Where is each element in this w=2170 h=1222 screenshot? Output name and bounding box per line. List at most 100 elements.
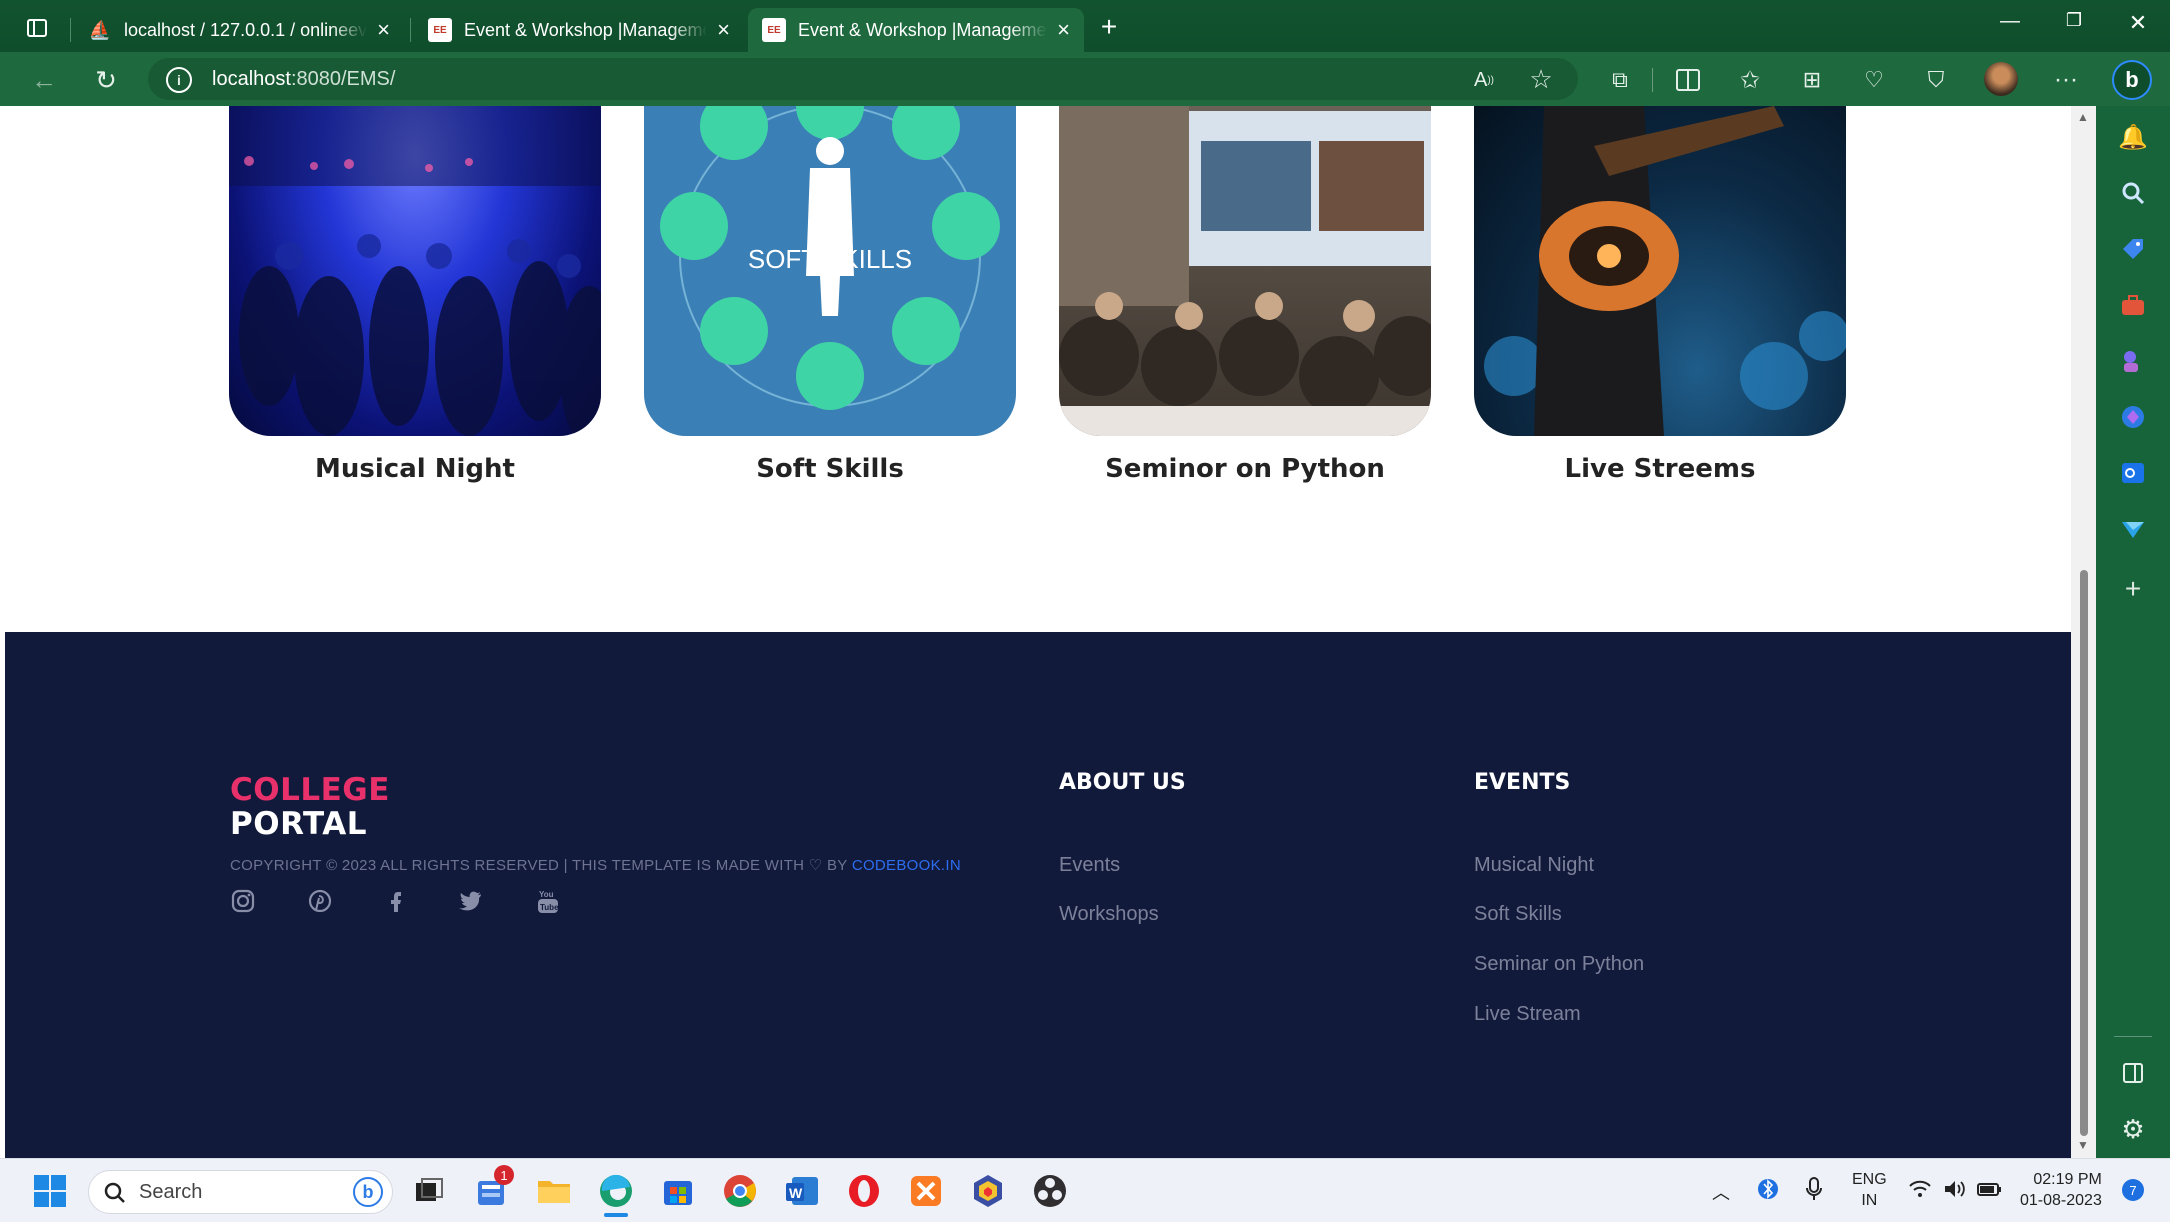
new-tab-icon[interactable]: + bbox=[1094, 11, 1124, 42]
more-options-icon[interactable]: ··· bbox=[2050, 64, 2082, 96]
chrome-icon[interactable] bbox=[722, 1173, 758, 1209]
hide-sidebar-icon[interactable] bbox=[2116, 1056, 2150, 1090]
drop-send-icon[interactable] bbox=[2116, 512, 2150, 546]
notification-bell-icon[interactable]: 🔔 bbox=[2116, 120, 2150, 154]
obs-studio-icon[interactable] bbox=[1032, 1173, 1068, 1209]
opera-icon[interactable] bbox=[846, 1173, 882, 1209]
soft-skills-image-text: SOFT SKILLS bbox=[748, 244, 912, 274]
twitter-icon[interactable] bbox=[457, 888, 487, 918]
event-title[interactable]: Soft Skills bbox=[644, 454, 1016, 484]
event-title[interactable]: Musical Night bbox=[229, 454, 601, 484]
close-tab-icon[interactable]: × bbox=[717, 19, 730, 41]
search-icon[interactable] bbox=[2116, 176, 2150, 210]
footer-link-soft-skills[interactable]: Soft Skills bbox=[1474, 903, 1562, 926]
footer-link-live-stream[interactable]: Live Stream bbox=[1474, 1003, 1581, 1026]
codebook-link[interactable]: CODEBOOK.IN bbox=[852, 857, 961, 874]
xampp-icon[interactable] bbox=[908, 1173, 944, 1209]
ems-favicon-icon: EE bbox=[428, 18, 452, 42]
edge-sidebar: 🔔 + ⚙ bbox=[2096, 106, 2170, 1158]
refresh-icon[interactable]: ↻ bbox=[90, 64, 122, 96]
svg-text:You: You bbox=[539, 890, 554, 899]
battery-icon[interactable] bbox=[1976, 1177, 2002, 1206]
youtube-icon[interactable]: You Tube bbox=[535, 888, 565, 918]
tab-actions-icon[interactable] bbox=[22, 14, 52, 42]
copilot-app-icon[interactable] bbox=[2116, 400, 2150, 434]
concert-crowd-image bbox=[229, 106, 601, 436]
close-tab-icon[interactable]: × bbox=[1057, 19, 1070, 41]
event-title[interactable]: Live Streems bbox=[1474, 454, 1846, 484]
split-screen-icon[interactable] bbox=[1672, 64, 1704, 96]
wifi-icon[interactable] bbox=[1908, 1177, 1932, 1206]
file-explorer-icon[interactable] bbox=[536, 1173, 572, 1209]
scroll-up-arrow-icon[interactable]: ▲ bbox=[2077, 110, 2089, 124]
search-icon bbox=[103, 1181, 127, 1205]
notification-badge: 1 bbox=[494, 1165, 514, 1185]
address-bar[interactable]: i localhost:8080/EMS/ A)) ☆ bbox=[148, 58, 1578, 100]
widgets-app-icon[interactable]: 1 bbox=[474, 1165, 514, 1209]
favorite-star-icon[interactable]: ☆ bbox=[1526, 64, 1556, 94]
event-card-soft-skills[interactable]: SOFT SKILLS bbox=[644, 106, 1016, 436]
word-icon[interactable]: W bbox=[784, 1173, 820, 1209]
shopping-tag-icon[interactable] bbox=[2116, 232, 2150, 266]
microphone-icon[interactable] bbox=[1804, 1175, 1824, 1208]
logo-college[interactable]: COLLEGE bbox=[230, 772, 390, 808]
page-scrollbar[interactable]: ▲ ▼ bbox=[2071, 106, 2096, 1158]
sidebar-settings-icon[interactable]: ⚙ bbox=[2116, 1112, 2150, 1146]
taskbar-search[interactable]: Search b bbox=[88, 1170, 393, 1214]
scroll-down-arrow-icon[interactable]: ▼ bbox=[2077, 1138, 2089, 1152]
svg-text:Tube: Tube bbox=[540, 903, 559, 912]
clock[interactable]: 02:19 PM 01-08-2023 bbox=[2020, 1169, 2102, 1211]
bing-copilot-icon[interactable]: b bbox=[2112, 60, 2152, 100]
facebook-icon[interactable] bbox=[383, 888, 413, 918]
volume-icon[interactable] bbox=[1942, 1177, 1966, 1206]
clock-time: 02:19 PM bbox=[2033, 1171, 2102, 1188]
language-indicator[interactable]: ENG IN bbox=[1852, 1169, 1887, 1211]
pinterest-icon[interactable] bbox=[307, 888, 337, 918]
footer-link-seminar-python[interactable]: Seminar on Python bbox=[1474, 953, 1644, 976]
games-icon[interactable] bbox=[2116, 344, 2150, 378]
add-sidebar-app-icon[interactable]: + bbox=[2116, 572, 2150, 606]
footer-link-workshops[interactable]: Workshops bbox=[1059, 903, 1159, 926]
scrollbar-thumb[interactable] bbox=[2080, 570, 2088, 1136]
notification-center-badge[interactable]: 7 bbox=[2122, 1179, 2144, 1201]
site-info-icon[interactable]: i bbox=[166, 67, 192, 93]
tools-briefcase-icon[interactable] bbox=[2116, 288, 2150, 322]
tab-ems-1[interactable]: EE Event & Workshop |Management × bbox=[414, 8, 744, 52]
bing-icon[interactable]: b bbox=[353, 1177, 383, 1207]
close-tab-icon[interactable]: × bbox=[377, 19, 390, 41]
event-card-musical-night[interactable] bbox=[229, 106, 601, 436]
browser-toolbar: ← ↻ i localhost:8080/EMS/ A)) ☆ ⧉ ✩ ⊞ ♡ … bbox=[0, 52, 2170, 106]
virtualbox-icon[interactable] bbox=[970, 1173, 1006, 1209]
restore-icon[interactable]: ❐ bbox=[2054, 10, 2094, 31]
favorites-icon[interactable]: ✩ bbox=[1734, 64, 1766, 96]
logo-portal[interactable]: PORTAL bbox=[230, 806, 367, 842]
microsoft-store-icon[interactable] bbox=[660, 1173, 696, 1209]
browser-essentials-icon[interactable]: ♡ bbox=[1858, 64, 1890, 96]
footer-link-events[interactable]: Events bbox=[1059, 854, 1120, 877]
edge-browser-icon[interactable] bbox=[598, 1173, 634, 1217]
event-title[interactable]: Seminor on Python bbox=[1059, 454, 1431, 484]
tab-ems-active[interactable]: EE Event & Workshop |Management × bbox=[748, 8, 1084, 52]
footer-link-musical-night[interactable]: Musical Night bbox=[1474, 854, 1594, 877]
bluetooth-icon[interactable] bbox=[1758, 1175, 1778, 1208]
extensions-icon[interactable]: ⧉ bbox=[1604, 64, 1636, 96]
instagram-icon[interactable] bbox=[230, 888, 260, 918]
ems-favicon-icon: EE bbox=[762, 18, 786, 42]
about-us-heading: ABOUT US bbox=[1059, 770, 1186, 795]
minimize-icon[interactable]: — bbox=[1990, 10, 2030, 33]
show-hidden-icons-icon[interactable]: ︿ bbox=[1712, 1179, 1730, 1205]
task-view-icon[interactable] bbox=[410, 1173, 446, 1209]
region-code: IN bbox=[1861, 1192, 1878, 1209]
event-card-seminar-python[interactable] bbox=[1059, 106, 1431, 436]
close-window-icon[interactable]: ✕ bbox=[2118, 10, 2158, 36]
tab-phpmyadmin[interactable]: ⛵ localhost / 127.0.0.1 / onlineevent × bbox=[74, 8, 404, 52]
performance-icon[interactable]: ⛉ bbox=[1920, 64, 1952, 96]
read-aloud-icon[interactable]: A)) bbox=[1470, 66, 1498, 94]
profile-avatar-icon[interactable] bbox=[1984, 62, 2018, 96]
site-footer: COLLEGE PORTAL COPYRIGHT © 2023 ALL RIGH… bbox=[5, 632, 2071, 1158]
collections-icon[interactable]: ⊞ bbox=[1796, 64, 1828, 96]
back-icon[interactable]: ← bbox=[28, 64, 60, 96]
event-card-live-streams[interactable] bbox=[1474, 106, 1846, 436]
windows-start-icon[interactable] bbox=[32, 1173, 68, 1209]
outlook-icon[interactable] bbox=[2116, 456, 2150, 490]
